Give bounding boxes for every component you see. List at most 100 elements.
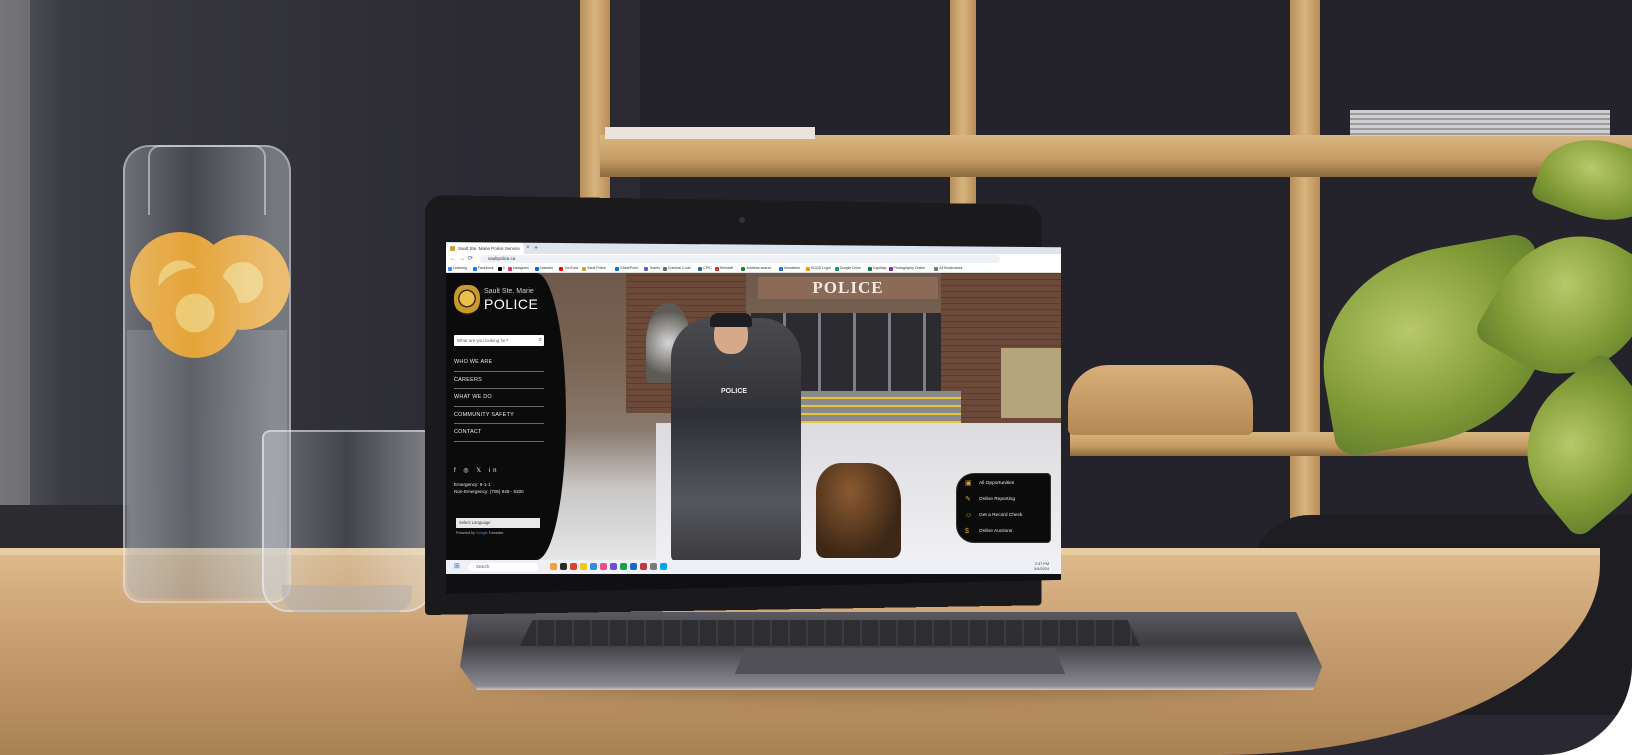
- bookmark-label: Photography Online: [893, 266, 926, 270]
- bookmarks-bar: Learning Facebook X Instagram LinkedIn YouTub…: [446, 264, 1061, 273]
- bookmark-favicon-icon: [644, 267, 649, 271]
- forward-icon[interactable]: →: [459, 254, 465, 264]
- bookmark-item[interactable]: Instagram: [507, 264, 529, 272]
- quick-link-auctions[interactable]: $ Online Auctions: [965, 525, 1050, 539]
- powered-by: Powered by Google Translate: [456, 531, 503, 535]
- taskbar-app-icon[interactable]: [660, 563, 667, 570]
- quick-link-label: Get a Record Check: [979, 513, 1023, 518]
- bookmark-item[interactable]: All Bookmarks: [934, 264, 963, 272]
- bookmark-label: All Bookmarks: [939, 266, 963, 270]
- menu-item-what-we-do[interactable]: WHAT WE DO: [454, 389, 544, 407]
- taskbar-app-icon[interactable]: [560, 563, 567, 570]
- quick-link-opportunities[interactable]: ▣ All Opportunities: [965, 477, 1050, 491]
- laptop-keyboard: [520, 620, 1140, 646]
- bookmark-item[interactable]: CapMap: [867, 264, 887, 272]
- bookmark-label: SharePoint: [620, 266, 639, 270]
- taskbar-app-icon[interactable]: [640, 563, 647, 570]
- bookmark-item[interactable]: YouTube: [559, 264, 579, 272]
- bookmark-item[interactable]: Telestaff: [714, 264, 733, 272]
- browser-tab[interactable]: Sault Ste. Marie Police Service: [446, 243, 524, 254]
- stacked-books: [1350, 110, 1610, 136]
- bookmark-item[interactable]: Google Drive: [834, 264, 861, 272]
- bookmark-favicon-icon: [582, 267, 587, 271]
- new-tab-icon[interactable]: +: [534, 243, 538, 254]
- bookmark-item[interactable]: CPIC: [698, 264, 712, 272]
- bookmark-favicon-icon: [867, 267, 872, 271]
- bookmark-favicon-icon: [888, 267, 893, 271]
- taskbar-app-icon[interactable]: [600, 563, 607, 570]
- police-crest-icon[interactable]: [454, 285, 480, 315]
- taskbar-app-icon[interactable]: [610, 563, 617, 570]
- clock-date: 5/4/2024: [1034, 567, 1049, 571]
- bookmark-favicon-icon: [497, 267, 502, 271]
- site-search-input[interactable]: What are you looking for? ⌕: [454, 335, 544, 346]
- bookmark-favicon-icon: [778, 267, 783, 271]
- taskbar-app-icon[interactable]: [650, 563, 657, 570]
- address-bar[interactable]: saultpolice.ca: [480, 255, 1000, 263]
- taskbar-clock[interactable]: 2:37 PM 5/4/2024: [1034, 562, 1049, 572]
- bookmark-favicon-icon: [698, 267, 703, 271]
- bookmark-item[interactable]: SOQS Login: [805, 264, 831, 272]
- officer-cap: [710, 313, 752, 327]
- laptop-screen: Sault Ste. Marie Police Service × + ← → …: [446, 242, 1061, 594]
- menu-item-careers[interactable]: CAREERS: [454, 372, 544, 389]
- bookmark-item[interactable]: Teams: [644, 264, 660, 272]
- bookmark-item[interactable]: Versaterm: [778, 264, 800, 272]
- bookmark-item[interactable]: Photography Online: [888, 264, 926, 272]
- brand-title[interactable]: POLICE: [484, 296, 538, 312]
- windows-start-icon[interactable]: ⊞: [454, 563, 460, 571]
- bookmark-favicon-icon: [805, 267, 810, 271]
- bookmark-favicon-icon: [834, 267, 839, 271]
- taskbar-app-icon[interactable]: [590, 563, 597, 570]
- bookmark-item[interactable]: Facebook: [472, 264, 494, 272]
- bookmark-label: YouTube: [564, 266, 579, 270]
- shelf-post: [1290, 0, 1320, 560]
- reload-icon[interactable]: ⟳: [468, 254, 473, 264]
- photo-scene: Sault Ste. Marie Police Service × + ← → …: [0, 0, 1632, 755]
- menu-item-community-safety[interactable]: COMMUNITY SAFETY: [454, 407, 544, 424]
- bookmark-item[interactable]: LinkedIn: [534, 264, 553, 272]
- bookmark-label: Google Drive: [839, 266, 861, 270]
- bookmark-item[interactable]: Criminal Code: [662, 264, 691, 272]
- bookmark-label: Address search: [746, 266, 772, 270]
- quick-link-label: All Opportunities: [979, 481, 1015, 486]
- search-placeholder: What are you looking for?: [457, 338, 509, 343]
- social-icons[interactable]: f ◎ 𝕏 in: [454, 467, 499, 474]
- taskbar-app-icon[interactable]: [620, 563, 627, 570]
- taskbar-search[interactable]: Search: [468, 563, 538, 571]
- taskbar-app-icon[interactable]: [580, 563, 587, 570]
- search-icon[interactable]: ⌕: [539, 335, 542, 346]
- bookmark-item[interactable]: SharePoint: [615, 264, 639, 272]
- bookmark-item[interactable]: Address search: [741, 264, 772, 272]
- bookmark-label: X: [502, 266, 505, 270]
- quick-links-panel: ▣ All Opportunities ✎ Online Reporting ☺…: [956, 473, 1051, 543]
- bookmark-favicon-icon: [448, 267, 452, 271]
- non-emergency-number: Non-Emergency: (705) 949 - 6300: [454, 489, 524, 494]
- powered-suffix: Translate: [488, 531, 504, 535]
- wooden-tray: [1068, 365, 1253, 435]
- back-icon[interactable]: ←: [450, 254, 456, 264]
- bookmark-item[interactable]: X: [497, 264, 505, 272]
- wall-light: [0, 0, 30, 520]
- quick-link-online-reporting[interactable]: ✎ Online Reporting: [965, 493, 1050, 507]
- taskbar-app-icon[interactable]: [630, 563, 637, 570]
- utility-box: [1001, 348, 1061, 418]
- browser-toolbar: ← → ⟳ saultpolice.ca: [446, 254, 1061, 264]
- quick-link-record-check[interactable]: ☺ Get a Record Check: [965, 509, 1050, 523]
- report-icon: ✎: [965, 496, 971, 503]
- bookmark-item[interactable]: Sault Police: [582, 264, 606, 272]
- bookmark-label: Criminal Code: [667, 266, 691, 270]
- close-icon[interactable]: ×: [526, 243, 530, 254]
- bookmark-favicon-icon: [472, 267, 477, 271]
- menu-item-who-we-are[interactable]: WHO WE ARE: [454, 354, 544, 372]
- bookmark-label: Instagram: [512, 266, 529, 270]
- language-select[interactable]: Select Language: [456, 518, 540, 528]
- bookmark-favicon-icon: [934, 267, 939, 271]
- bookmark-item[interactable]: Learning: [448, 264, 467, 272]
- menu-item-contact[interactable]: CONTACT: [454, 424, 544, 442]
- taskbar-app-icon[interactable]: [570, 563, 577, 570]
- bookmark-label: CapMap: [872, 266, 887, 270]
- shelf-board: [600, 135, 1632, 177]
- taskbar-app-icon[interactable]: [550, 563, 557, 570]
- emergency-number: Emergency: 9-1-1: [454, 482, 491, 487]
